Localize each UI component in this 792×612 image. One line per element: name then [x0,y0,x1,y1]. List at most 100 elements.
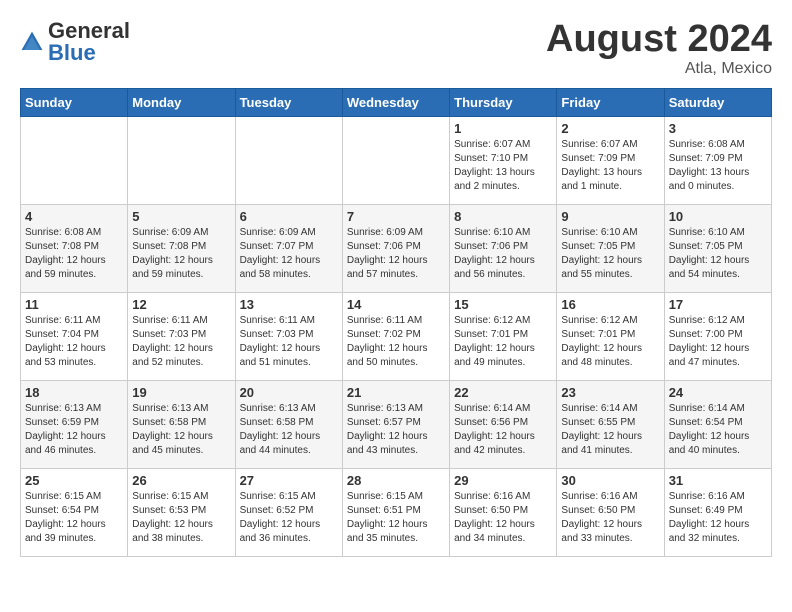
calendar-week-row: 25 Sunrise: 6:15 AM Sunset: 6:54 PM Dayli… [21,469,772,557]
calendar-week-row: 11 Sunrise: 6:11 AM Sunset: 7:04 PM Dayli… [21,293,772,381]
day-info: Sunrise: 6:13 AM Sunset: 6:59 PM Dayligh… [25,402,123,458]
day-info: Sunrise: 6:12 AM Sunset: 7:01 PM Dayligh… [561,314,659,370]
day-info: Sunrise: 6:14 AM Sunset: 6:55 PM Dayligh… [561,402,659,458]
calendar-cell: 29 Sunrise: 6:16 AM Sunset: 6:50 PM Dayli… [450,469,557,557]
calendar-cell: 2 Sunrise: 6:07 AM Sunset: 7:09 PM Daylig… [557,117,664,205]
day-header-sunday: Sunday [21,89,128,117]
calendar-cell: 4 Sunrise: 6:08 AM Sunset: 7:08 PM Daylig… [21,205,128,293]
calendar-cell: 26 Sunrise: 6:15 AM Sunset: 6:53 PM Dayli… [128,469,235,557]
calendar-week-row: 1Sunrise: 6:07 AM Sunset: 7:10 PM Daylig… [21,117,772,205]
day-number: 28 [347,473,445,488]
day-info: Sunrise: 6:10 AM Sunset: 7:05 PM Dayligh… [669,226,767,282]
day-info: Sunrise: 6:15 AM Sunset: 6:51 PM Dayligh… [347,490,445,546]
calendar-cell: 25 Sunrise: 6:15 AM Sunset: 6:54 PM Dayli… [21,469,128,557]
day-info: Sunrise: 6:09 AM Sunset: 7:07 PM Dayligh… [240,226,338,282]
calendar-cell: 27 Sunrise: 6:15 AM Sunset: 6:52 PM Dayli… [235,469,342,557]
day-info: Sunrise: 6:08 AM Sunset: 7:09 PM Dayligh… [669,138,767,194]
day-number: 29 [454,473,552,488]
day-number: 12 [132,297,230,312]
day-number: 10 [669,209,767,224]
calendar-cell: 18Sunrise: 6:13 AM Sunset: 6:59 PM Dayli… [21,381,128,469]
calendar-cell: 28 Sunrise: 6:15 AM Sunset: 6:51 PM Dayli… [342,469,449,557]
day-number: 26 [132,473,230,488]
calendar-header-row: SundayMondayTuesdayWednesdayThursdayFrid… [21,89,772,117]
day-number: 15 [454,297,552,312]
calendar-cell: 8Sunrise: 6:10 AM Sunset: 7:06 PM Daylig… [450,205,557,293]
day-number: 3 [669,121,767,136]
day-number: 31 [669,473,767,488]
day-info: Sunrise: 6:14 AM Sunset: 6:54 PM Dayligh… [669,402,767,458]
day-number: 16 [561,297,659,312]
calendar-cell: 19Sunrise: 6:13 AM Sunset: 6:58 PM Dayli… [128,381,235,469]
calendar-cell: 5 Sunrise: 6:09 AM Sunset: 7:08 PM Daylig… [128,205,235,293]
day-number: 21 [347,385,445,400]
day-number: 8 [454,209,552,224]
day-info: Sunrise: 6:11 AM Sunset: 7:02 PM Dayligh… [347,314,445,370]
calendar-cell: 31 Sunrise: 6:16 AM Sunset: 6:49 PM Dayli… [664,469,771,557]
day-info: Sunrise: 6:15 AM Sunset: 6:52 PM Dayligh… [240,490,338,546]
day-info: Sunrise: 6:13 AM Sunset: 6:58 PM Dayligh… [132,402,230,458]
day-info: Sunrise: 6:13 AM Sunset: 6:58 PM Dayligh… [240,402,338,458]
day-number: 20 [240,385,338,400]
day-number: 11 [25,297,123,312]
day-info: Sunrise: 6:15 AM Sunset: 6:54 PM Dayligh… [25,490,123,546]
calendar-cell: 24 Sunrise: 6:14 AM Sunset: 6:54 PM Dayli… [664,381,771,469]
day-info: Sunrise: 6:11 AM Sunset: 7:04 PM Dayligh… [25,314,123,370]
day-number: 6 [240,209,338,224]
day-number: 4 [25,209,123,224]
day-number: 24 [669,385,767,400]
day-header-tuesday: Tuesday [235,89,342,117]
day-info: Sunrise: 6:08 AM Sunset: 7:08 PM Dayligh… [25,226,123,282]
day-info: Sunrise: 6:16 AM Sunset: 6:49 PM Dayligh… [669,490,767,546]
calendar-cell: 6 Sunrise: 6:09 AM Sunset: 7:07 PM Daylig… [235,205,342,293]
day-header-friday: Friday [557,89,664,117]
day-number: 17 [669,297,767,312]
day-number: 2 [561,121,659,136]
calendar-cell: 11 Sunrise: 6:11 AM Sunset: 7:04 PM Dayli… [21,293,128,381]
title-block: August 2024 Atla, Mexico [546,20,772,78]
day-info: Sunrise: 6:09 AM Sunset: 7:06 PM Dayligh… [347,226,445,282]
day-info: Sunrise: 6:14 AM Sunset: 6:56 PM Dayligh… [454,402,552,458]
calendar-cell: 3 Sunrise: 6:08 AM Sunset: 7:09 PM Daylig… [664,117,771,205]
day-number: 25 [25,473,123,488]
calendar-cell: 30Sunrise: 6:16 AM Sunset: 6:50 PM Dayli… [557,469,664,557]
day-info: Sunrise: 6:12 AM Sunset: 7:01 PM Dayligh… [454,314,552,370]
day-info: Sunrise: 6:07 AM Sunset: 7:09 PM Dayligh… [561,138,659,194]
day-number: 5 [132,209,230,224]
day-info: Sunrise: 6:16 AM Sunset: 6:50 PM Dayligh… [454,490,552,546]
day-number: 27 [240,473,338,488]
calendar-cell: 12 Sunrise: 6:11 AM Sunset: 7:03 PM Dayli… [128,293,235,381]
day-info: Sunrise: 6:09 AM Sunset: 7:08 PM Dayligh… [132,226,230,282]
calendar-cell: 14 Sunrise: 6:11 AM Sunset: 7:02 PM Dayli… [342,293,449,381]
day-info: Sunrise: 6:10 AM Sunset: 7:05 PM Dayligh… [561,226,659,282]
day-number: 23 [561,385,659,400]
day-header-monday: Monday [128,89,235,117]
calendar-cell: 1Sunrise: 6:07 AM Sunset: 7:10 PM Daylig… [450,117,557,205]
day-info: Sunrise: 6:16 AM Sunset: 6:50 PM Dayligh… [561,490,659,546]
calendar-cell: 13Sunrise: 6:11 AM Sunset: 7:03 PM Dayli… [235,293,342,381]
logo: General Blue [20,20,130,64]
day-number: 1 [454,121,552,136]
calendar-cell [235,117,342,205]
day-number: 9 [561,209,659,224]
day-info: Sunrise: 6:12 AM Sunset: 7:00 PM Dayligh… [669,314,767,370]
day-info: Sunrise: 6:15 AM Sunset: 6:53 PM Dayligh… [132,490,230,546]
calendar-week-row: 18Sunrise: 6:13 AM Sunset: 6:59 PM Dayli… [21,381,772,469]
calendar-cell: 20 Sunrise: 6:13 AM Sunset: 6:58 PM Dayli… [235,381,342,469]
day-header-thursday: Thursday [450,89,557,117]
month-title: August 2024 [546,20,772,58]
page-header: General Blue August 2024 Atla, Mexico [20,20,772,78]
calendar-cell: 22Sunrise: 6:14 AM Sunset: 6:56 PM Dayli… [450,381,557,469]
calendar-cell: 9 Sunrise: 6:10 AM Sunset: 7:05 PM Daylig… [557,205,664,293]
day-info: Sunrise: 6:11 AM Sunset: 7:03 PM Dayligh… [240,314,338,370]
day-header-saturday: Saturday [664,89,771,117]
day-header-wednesday: Wednesday [342,89,449,117]
location: Atla, Mexico [546,60,772,78]
logo-blue-text: Blue [48,40,96,65]
day-info: Sunrise: 6:11 AM Sunset: 7:03 PM Dayligh… [132,314,230,370]
calendar-cell: 16 Sunrise: 6:12 AM Sunset: 7:01 PM Dayli… [557,293,664,381]
day-number: 14 [347,297,445,312]
logo-icon [20,30,44,54]
calendar-table: SundayMondayTuesdayWednesdayThursdayFrid… [20,88,772,557]
calendar-cell: 10 Sunrise: 6:10 AM Sunset: 7:05 PM Dayli… [664,205,771,293]
